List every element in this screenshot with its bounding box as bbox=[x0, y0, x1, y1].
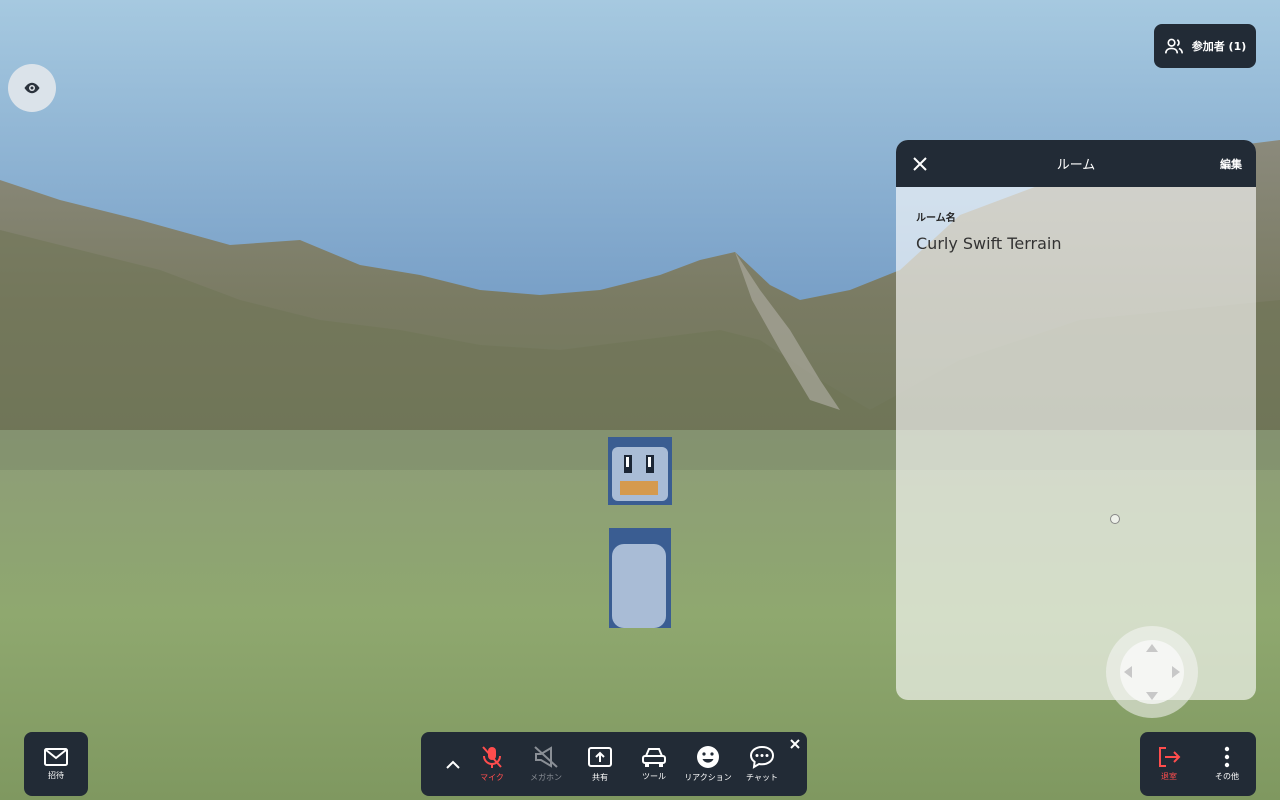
more-label: その他 bbox=[1215, 772, 1239, 781]
close-panel-button[interactable] bbox=[908, 152, 932, 176]
tools-button[interactable]: ツール bbox=[627, 732, 681, 796]
participants-button[interactable]: 参加者 (1) bbox=[1154, 24, 1256, 68]
megaphone-label: メガホン bbox=[530, 773, 562, 782]
people-icon bbox=[1164, 38, 1183, 54]
share-label: 共有 bbox=[592, 773, 608, 782]
eye-icon bbox=[24, 82, 40, 94]
room-panel: ルーム 編集 ルーム名 Curly Swift Terrain bbox=[896, 140, 1256, 700]
direction-arrows-icon bbox=[1124, 644, 1180, 700]
close-icon bbox=[790, 739, 800, 749]
avatar bbox=[608, 437, 672, 628]
mic-off-icon bbox=[482, 746, 502, 768]
smiley-icon bbox=[697, 746, 719, 768]
leave-label: 退室 bbox=[1161, 772, 1177, 781]
leave-button[interactable]: 退室 bbox=[1144, 732, 1194, 796]
share-screen-icon bbox=[588, 747, 612, 767]
exit-icon bbox=[1159, 747, 1181, 767]
car-icon bbox=[642, 748, 666, 767]
mic-label: マイク bbox=[480, 773, 504, 782]
invite-label: 招待 bbox=[48, 771, 64, 780]
edit-button[interactable]: 編集 bbox=[1220, 156, 1242, 172]
mail-icon bbox=[44, 748, 68, 766]
movement-joystick[interactable] bbox=[1106, 626, 1198, 718]
megaphone-off-icon bbox=[534, 746, 558, 768]
crosshair bbox=[1110, 514, 1120, 524]
chevron-up-icon bbox=[446, 760, 460, 769]
share-button[interactable]: 共有 bbox=[573, 732, 627, 796]
room-name-label: ルーム名 bbox=[916, 213, 956, 224]
chat-button[interactable]: チャット bbox=[735, 732, 789, 796]
right-toolbar: 退室 その他 bbox=[1140, 732, 1256, 796]
view-toggle-button[interactable] bbox=[8, 64, 56, 112]
chat-label: チャット bbox=[746, 773, 778, 782]
reaction-button[interactable]: リアクション bbox=[681, 732, 735, 796]
participants-label: 参加者 (1) bbox=[1191, 40, 1247, 53]
panel-header: ルーム 編集 bbox=[896, 140, 1256, 187]
expand-toolbar-button[interactable] bbox=[441, 732, 465, 796]
reaction-label: リアクション bbox=[684, 773, 732, 782]
panel-title: ルーム bbox=[1056, 158, 1096, 173]
close-icon bbox=[913, 156, 927, 171]
mic-button[interactable]: マイク bbox=[465, 732, 519, 796]
chat-bubble-icon bbox=[749, 745, 775, 769]
main-toolbar: マイク メガホン 共有 ツール リアクション チャット bbox=[421, 732, 807, 796]
megaphone-button[interactable]: メガホン bbox=[519, 732, 573, 796]
close-toolbar-button[interactable] bbox=[787, 736, 803, 752]
more-button[interactable]: その他 bbox=[1202, 732, 1252, 796]
tools-label: ツール bbox=[642, 772, 666, 781]
room-name-value: Curly Swift Terrain bbox=[916, 234, 1062, 253]
invite-button[interactable]: 招待 bbox=[24, 732, 88, 796]
more-vertical-icon bbox=[1224, 746, 1230, 768]
